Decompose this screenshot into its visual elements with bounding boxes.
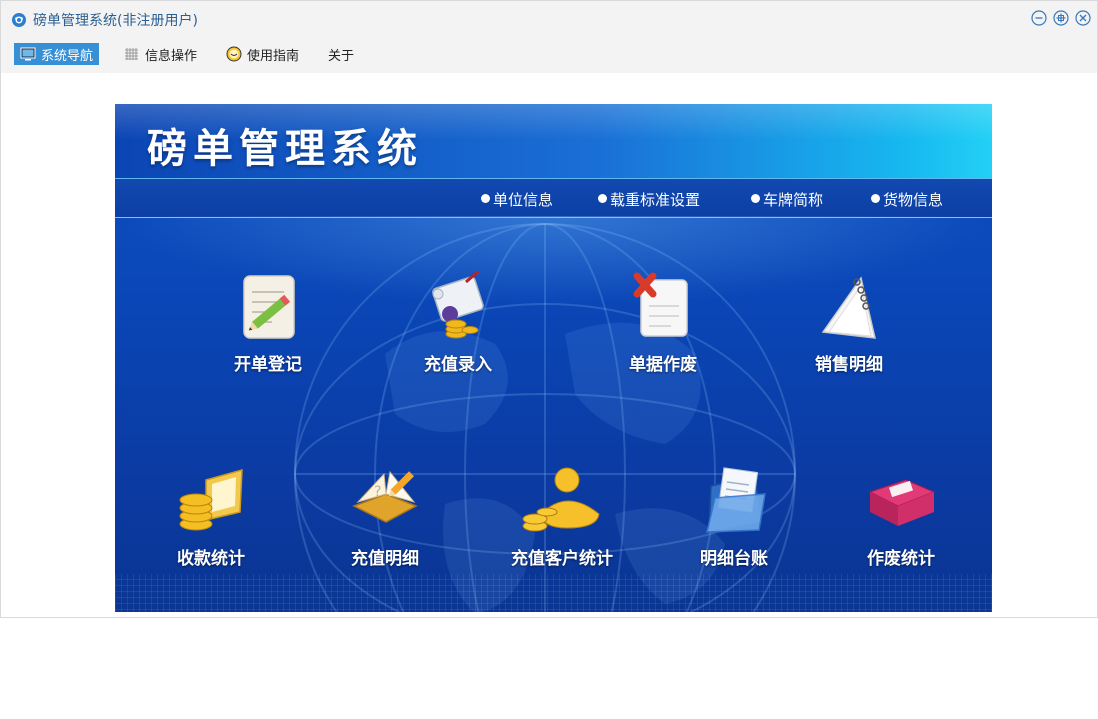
bullet-icon [751,194,760,203]
tile-label: 充值录入 [424,355,492,375]
nav-link-load-standard[interactable]: 载重标准设置 [598,189,700,210]
menu-bar: 系统导航 信息操作 使用指南 关于 [1,39,1097,73]
coins-laptop-icon [179,468,243,531]
window-title: 磅单管理系统(非注册用户) [33,13,198,29]
tile-label: 单据作废 [629,355,697,375]
document-x-icon [633,272,688,337]
tile-recharge-entry[interactable]: 充值录入 [398,272,518,375]
system-logo-text: 磅单管理系统 [147,126,423,172]
nav-link-label: 载重标准设置 [610,191,701,209]
title-bar[interactable]: 磅单管理系统(非注册用户) [1,1,1097,39]
banner-nav-strip: 单位信息 载重标准设置 车牌简称 货物信息 [115,178,992,218]
spiral-notebook-icon [821,276,876,339]
nav-link-label: 车牌简称 [763,191,824,209]
smiley-icon [226,46,242,62]
tile-label: 销售明细 [815,355,883,375]
tile-sales-detail[interactable]: 销售明细 [789,272,909,375]
tile-recharge-customer-stats[interactable]: 充值客户统计 [502,466,622,569]
tile-billing-register[interactable]: 开单登记 [208,272,328,375]
notepad-pencil-icon [243,275,295,339]
menu-item-system-nav[interactable]: 系统导航 [14,43,100,65]
app-logo-icon [12,13,26,27]
nav-link-label: 单位信息 [493,191,554,209]
menu-item-label: 使用指南 [247,48,300,64]
nav-link-label: 货物信息 [883,191,944,209]
tile-label: 充值客户统计 [511,549,613,569]
menu-item-label: 关于 [328,48,355,64]
close-icon[interactable] [1075,10,1091,26]
red-box-icon [868,479,936,526]
minimize-icon[interactable] [1031,10,1047,26]
tile-void-document[interactable]: 单据作废 [603,272,723,375]
menu-item-about[interactable]: 关于 [322,43,360,65]
maximize-icon[interactable] [1053,10,1069,26]
tile-recharge-detail[interactable]: ? 充值明细 [325,466,445,569]
menu-item-info-ops[interactable]: 信息操作 [118,43,203,65]
tile-label: 开单登记 [234,355,302,375]
menu-item-user-guide[interactable]: 使用指南 [220,43,305,65]
nav-link-plate-abbr[interactable]: 车牌简称 [751,189,823,210]
tile-detail-ledger[interactable]: 明细台账 [674,466,794,569]
monitor-icon [20,47,36,61]
tile-label: 充值明细 [351,549,419,569]
navigation-banner: 磅单管理系统 单位信息 载重标准设置 车牌简称 货物信息 开单登记 充值录入 单… [115,104,992,612]
folder-documents-icon [706,467,766,533]
grid-icon [125,48,138,60]
tile-void-stats[interactable]: 作废统计 [841,466,961,569]
tile-label: 明细台账 [700,549,768,569]
bullet-icon [871,194,880,203]
svg-text:?: ? [374,484,381,500]
nav-link-unit-info[interactable]: 单位信息 [481,189,553,210]
tile-payment-stats[interactable]: 收款统计 [151,466,271,569]
scroll-coins-icon [432,272,484,339]
menu-item-label: 系统导航 [41,48,94,64]
nav-link-goods-info[interactable]: 货物信息 [871,189,943,210]
bullet-icon [481,194,490,203]
book-pencil-icon: ? [352,470,418,523]
menu-item-label: 信息操作 [145,48,198,64]
tile-label: 收款统计 [177,549,245,569]
banner-bottom-pattern [115,574,992,612]
bullet-icon [598,194,607,203]
gold-person-coins-icon [522,467,600,532]
tile-label: 作废统计 [867,549,935,569]
